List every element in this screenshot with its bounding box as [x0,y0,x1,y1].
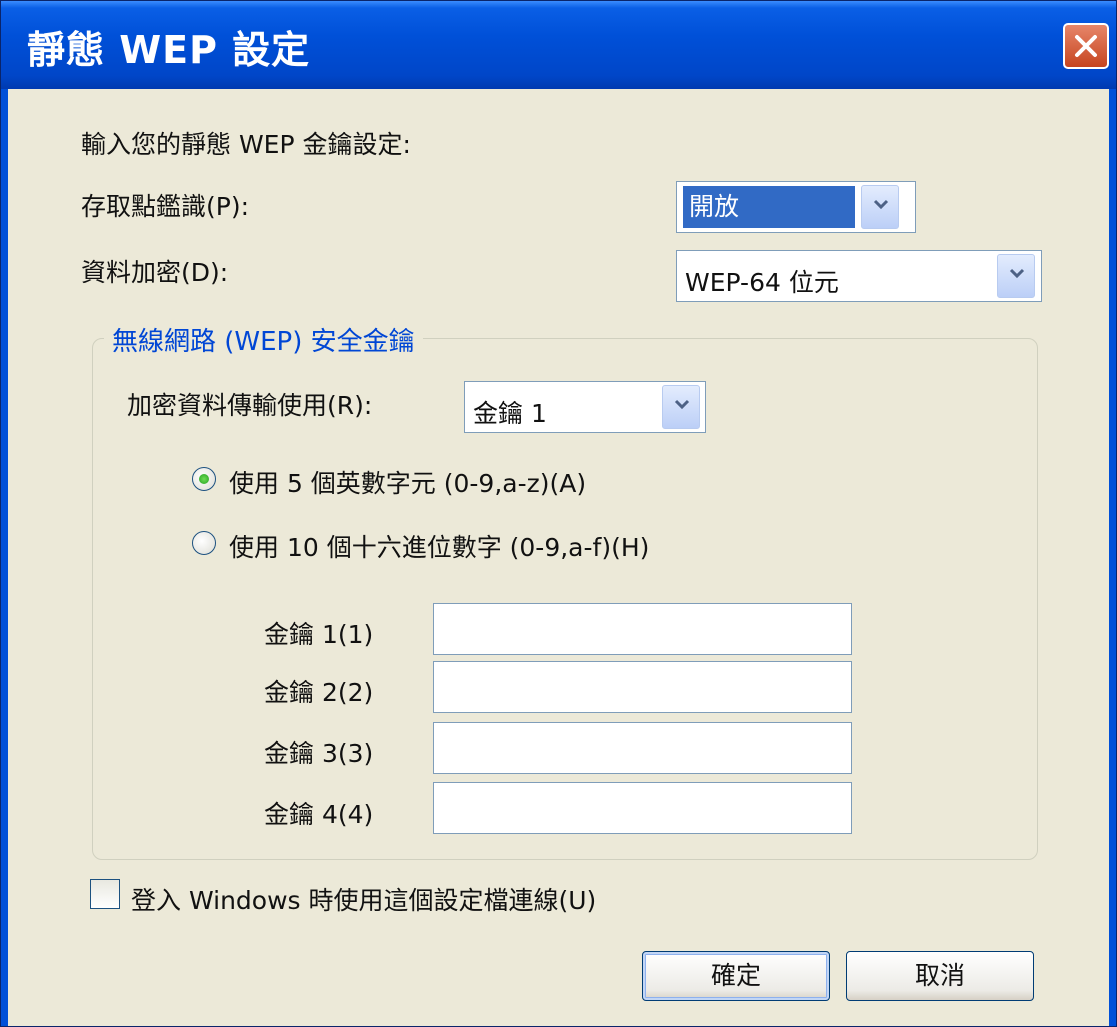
key-3-label: 金鑰 3(3) [264,739,374,768]
chevron-down-icon [1009,268,1025,279]
cancel-button[interactable]: 取消 [846,951,1034,1001]
key-1-input[interactable] [433,603,852,655]
access-point-select[interactable]: 開放 [676,181,916,233]
radio-hex-keys[interactable] [192,531,216,555]
key-4-label: 金鑰 4(4) [264,800,374,829]
data-encryption-label: 資料加密(D): [81,258,229,287]
key-2-input[interactable] [433,661,852,713]
close-icon [1075,35,1097,57]
wep-settings-dialog: 靜態 WEP 設定 輸入您的靜態 WEP 金鑰設定: 存取點鑑識(P): 開放 … [0,0,1117,1027]
access-point-dropdown-button[interactable] [861,185,899,229]
groupbox-title: 無線網路 (WEP) 安全金鑰 [104,321,423,358]
chevron-down-icon [873,199,889,210]
transmit-key-label: 加密資料傳輸使用(R): [127,391,373,420]
window-border-right [1109,89,1116,1026]
login-windows-checkbox[interactable] [90,879,120,909]
data-encryption-dropdown-button[interactable] [997,254,1035,298]
window-border-left [1,89,8,1026]
access-point-value: 開放 [683,186,855,228]
data-encryption-value: WEP-64 位元 [685,268,839,297]
transmit-key-value: 金鑰 1 [473,399,547,428]
key-3-input[interactable] [433,722,852,774]
key-2-label: 金鑰 2(2) [264,678,374,707]
key-1-label: 金鑰 1(1) [264,620,374,649]
chevron-down-icon [674,399,690,410]
intro-text: 輸入您的靜態 WEP 金鑰設定: [81,130,411,159]
ok-button[interactable]: 確定 [642,951,830,1001]
radio-ascii-label[interactable]: 使用 5 個英數字元 (0-9,a-z)(A) [229,464,586,500]
transmit-key-select[interactable]: 金鑰 1 [464,381,706,433]
data-encryption-select[interactable]: WEP-64 位元 [676,250,1042,302]
radio-hex-label[interactable]: 使用 10 個十六進位數字 (0-9,a-f)(H) [229,528,649,564]
radio-selected-dot [199,474,209,484]
window-title: 靜態 WEP 設定 [27,28,311,72]
close-button[interactable] [1063,23,1109,69]
key-4-input[interactable] [433,782,852,834]
access-point-label: 存取點鑑識(P): [81,192,250,221]
login-windows-label[interactable]: 登入 Windows 時使用這個設定檔連線(U) [131,881,596,917]
radio-ascii-keys[interactable] [192,467,216,491]
title-bar[interactable]: 靜態 WEP 設定 [1,1,1116,89]
transmit-key-dropdown-button[interactable] [662,385,700,429]
